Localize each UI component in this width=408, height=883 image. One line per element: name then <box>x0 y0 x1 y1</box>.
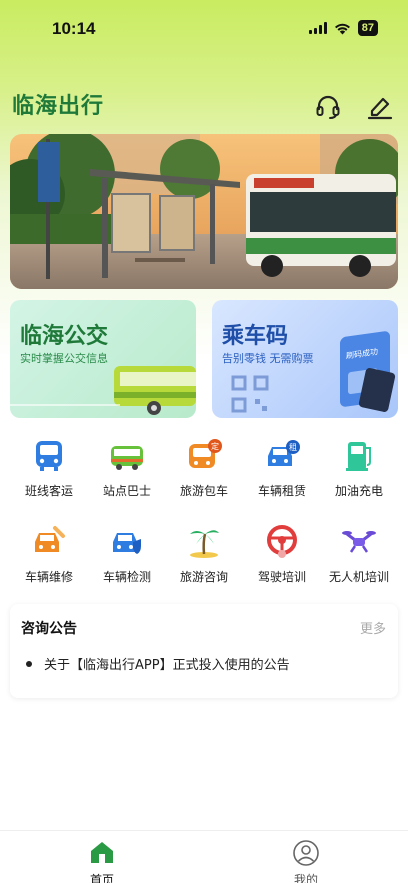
service-item-car-repair[interactable]: 车辆维修 <box>10 524 88 594</box>
ride-code-title: 乘车码 <box>222 324 289 349</box>
app-brand-title: 临海出行 <box>12 94 105 119</box>
announcement-panel: 咨询公告 更多 关于【临海出行APP】正式投入使用的公告 <box>10 604 398 698</box>
headset-icon[interactable] <box>314 93 342 121</box>
home-icon <box>91 842 113 863</box>
bus-info-card[interactable]: 临海公交 实时掌握公交信息 <box>10 300 196 418</box>
service-item-tour-charter[interactable]: 定 旅游包车 <box>165 438 243 508</box>
wifi-icon <box>334 23 350 34</box>
ride-code-subtitle: 告别零钱 无需购票 <box>222 352 314 365</box>
announcement-more-link[interactable]: 更多 <box>360 618 386 637</box>
service-item-stop-bus[interactable]: 站点巴士 <box>88 438 166 508</box>
service-label: 车辆检测 <box>102 570 151 584</box>
service-label: 旅游咨询 <box>179 570 228 584</box>
service-label: 旅游包车 <box>179 484 228 498</box>
steering-wheel-icon <box>267 525 297 558</box>
service-item-intercity-bus[interactable]: 班线客运 <box>10 438 88 508</box>
status-time: 10:14 <box>52 19 96 38</box>
qr-code-icon <box>231 375 269 413</box>
car-rental-icon: 租 <box>268 440 300 466</box>
status-icons: 87 <box>308 20 378 36</box>
service-label: 无人机培训 <box>328 570 389 584</box>
status-bar: 10:14 87 <box>0 0 408 58</box>
service-label: 驾驶培训 <box>257 570 306 584</box>
charging-station-icon <box>346 442 371 471</box>
tab-home[interactable]: 首页 <box>62 835 142 883</box>
minibus-icon <box>111 446 143 470</box>
tab-home-label: 首页 <box>89 873 114 883</box>
bus-card-title: 临海公交 <box>20 324 109 349</box>
charter-bus-icon: 定 <box>189 439 222 468</box>
service-item-drone-training[interactable]: 无人机培训 <box>320 524 398 594</box>
service-item-fuel-charging[interactable]: 加油充电 <box>320 438 398 508</box>
drone-icon <box>342 531 376 553</box>
service-item-car-inspection[interactable]: 车辆检测 <box>88 524 166 594</box>
signal-icon <box>308 22 327 34</box>
service-label: 车辆维修 <box>24 570 73 584</box>
service-item-car-rental[interactable]: 租 车辆租赁 <box>243 438 321 508</box>
battery-indicator: 87 <box>357 20 378 36</box>
scan-success-badge: 刷码成功 <box>346 347 378 361</box>
service-item-tour-consult[interactable]: 旅游咨询 <box>165 524 243 594</box>
tab-profile-label: 我的 <box>293 873 318 883</box>
app-header: 临海出行 <box>0 84 408 124</box>
service-label: 加油充电 <box>334 484 383 498</box>
palm-tree-icon <box>190 530 219 558</box>
edit-icon[interactable] <box>366 93 394 121</box>
bus-stop-photo <box>10 134 398 289</box>
bus-card-subtitle: 实时掌握公交信息 <box>20 352 108 365</box>
car-repair-icon <box>35 526 65 552</box>
ride-code-card[interactable]: 乘车码 告别零钱 无需购票 刷码成功 <box>212 300 398 418</box>
bottom-tab-bar: 首页 我的 <box>0 830 408 883</box>
announcement-item-text: 关于【临海出行APP】正式投入使用的公告 <box>44 658 290 673</box>
bus-illustration-icon <box>114 366 196 415</box>
tab-profile[interactable]: 我的 <box>266 835 346 883</box>
service-label: 站点巴士 <box>102 484 151 498</box>
charter-badge: 定 <box>211 441 219 451</box>
bullet-icon <box>26 660 32 667</box>
service-label: 班线客运 <box>24 484 73 498</box>
service-item-driving-training[interactable]: 驾驶培训 <box>243 524 321 594</box>
car-inspection-icon <box>113 533 141 554</box>
announcement-item[interactable]: 关于【临海出行APP】正式投入使用的公告 <box>26 654 290 673</box>
bus-icon <box>36 441 62 471</box>
profile-icon <box>293 840 319 866</box>
bus-stop-banner[interactable] <box>10 134 398 289</box>
rental-badge: 租 <box>289 443 297 452</box>
service-label: 车辆租赁 <box>257 484 306 498</box>
announcement-title: 咨询公告 <box>21 621 77 637</box>
